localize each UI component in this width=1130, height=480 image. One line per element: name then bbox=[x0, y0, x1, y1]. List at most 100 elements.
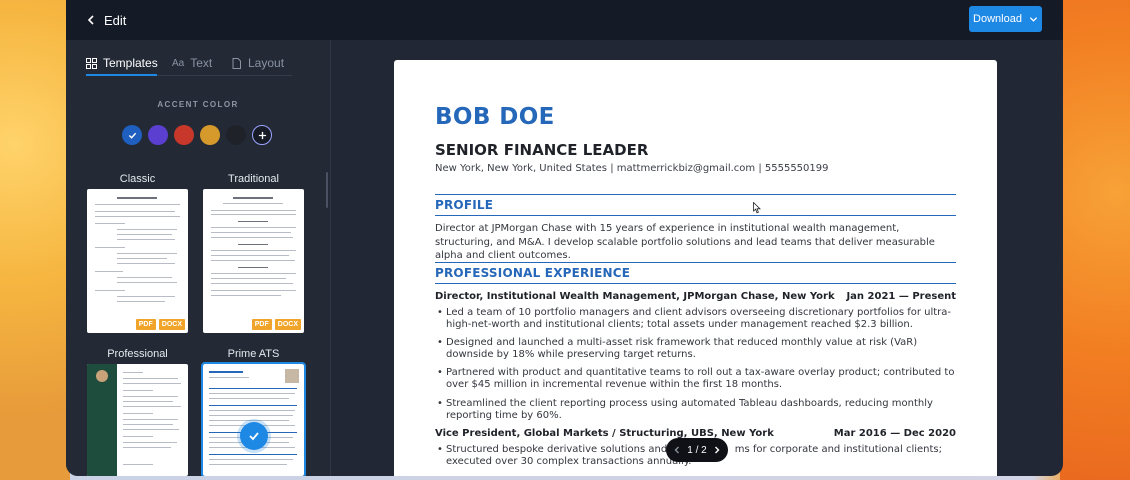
chevron-right-icon bbox=[715, 446, 720, 454]
job-title: Vice President, Global Markets / Structu… bbox=[435, 428, 774, 439]
thumb-line bbox=[123, 429, 179, 430]
docx-badge: DOCX bbox=[274, 319, 301, 330]
bullet-dot: • bbox=[437, 398, 443, 409]
tabs-active-indicator bbox=[86, 74, 157, 76]
thumb-line bbox=[209, 388, 297, 389]
thumb-line bbox=[209, 377, 249, 378]
custom-color-button[interactable] bbox=[252, 125, 272, 145]
thumb-line bbox=[238, 244, 268, 245]
thumb-line bbox=[123, 390, 153, 391]
previous-page-button[interactable] bbox=[673, 446, 681, 454]
accent-swatch-blue[interactable] bbox=[122, 125, 142, 145]
thumb-line bbox=[123, 419, 178, 420]
thumb-line bbox=[211, 290, 296, 291]
thumb-line bbox=[238, 267, 268, 268]
thumb-line bbox=[117, 229, 177, 230]
thumb-line bbox=[233, 197, 273, 199]
thumb-line bbox=[117, 239, 175, 240]
thumb-line bbox=[211, 260, 295, 261]
thumb-line bbox=[211, 250, 296, 251]
thumb-line bbox=[238, 221, 268, 222]
docx-badge: DOCX bbox=[158, 319, 185, 330]
sidebar-tabs: Templates Aa Text Layout bbox=[86, 50, 294, 76]
accent-color-swatches bbox=[122, 125, 272, 145]
resume-editor-window: Edit Download Templates Aa Text Layout A… bbox=[66, 0, 1063, 476]
template-prime-ats-card[interactable] bbox=[201, 362, 306, 476]
check-icon bbox=[128, 132, 136, 139]
section-rule bbox=[435, 262, 956, 263]
thumb-line bbox=[211, 210, 296, 211]
thumb-line bbox=[211, 255, 289, 256]
accent-swatch-red[interactable] bbox=[174, 125, 194, 145]
pdf-badge: PDF bbox=[135, 319, 156, 330]
thumb-line bbox=[209, 459, 293, 460]
desktop-wallpaper-left bbox=[0, 0, 70, 480]
plus-icon bbox=[258, 131, 266, 139]
bullet-dot: • bbox=[437, 367, 443, 378]
thumb-line bbox=[123, 447, 171, 448]
tab-templates[interactable]: Templates bbox=[86, 50, 172, 76]
thumb-line bbox=[209, 464, 287, 465]
thumb-line bbox=[211, 214, 296, 215]
thumb-line bbox=[95, 223, 125, 224]
top-bar: Edit Download bbox=[66, 0, 1063, 40]
bullet-text: Streamlined the client reporting process… bbox=[446, 398, 933, 421]
tab-text[interactable]: Aa Text bbox=[172, 50, 231, 76]
thumb-line bbox=[123, 442, 177, 443]
thumb-line bbox=[117, 258, 167, 259]
job-dates: Mar 2016 — Dec 2020 bbox=[833, 428, 956, 439]
thumb-line bbox=[211, 227, 296, 228]
page-navigator: 1 / 2 bbox=[666, 438, 728, 462]
sidebar-divider bbox=[330, 40, 331, 476]
bullet-text-part: executed over 30 complex transactions an… bbox=[446, 455, 692, 467]
thumb-line bbox=[123, 383, 181, 384]
chevron-down-icon bbox=[1029, 16, 1038, 22]
sidebar-scrollbar[interactable] bbox=[326, 172, 328, 208]
job-title: Director, Institutional Wealth Managemen… bbox=[435, 291, 835, 302]
thumb-line bbox=[209, 398, 289, 399]
thumb-line bbox=[123, 424, 173, 425]
thumb-line bbox=[123, 401, 173, 402]
template-classic-card[interactable]: PDF DOCX bbox=[87, 189, 188, 333]
section-rule bbox=[435, 283, 956, 284]
thumb-line bbox=[117, 296, 175, 297]
check-icon bbox=[249, 432, 259, 441]
thumb-line bbox=[123, 406, 181, 407]
template-classic-label: Classic bbox=[119, 173, 156, 185]
accent-swatch-purple[interactable] bbox=[148, 125, 168, 145]
resume-name: BOB DOE bbox=[435, 104, 555, 130]
edit-back-button[interactable]: Edit bbox=[86, 13, 126, 28]
accent-swatch-gold[interactable] bbox=[200, 125, 220, 145]
font-icon: Aa bbox=[172, 57, 185, 69]
thumb-avatar bbox=[96, 370, 108, 382]
thumb-line bbox=[209, 371, 243, 373]
profile-text: Director at JPMorgan Chase with 15 years… bbox=[435, 223, 935, 261]
resume-title: SENIOR FINANCE LEADER bbox=[435, 141, 649, 159]
thumb-line bbox=[117, 253, 177, 254]
section-rule bbox=[435, 215, 956, 216]
thumb-line bbox=[95, 290, 125, 291]
thumb-line bbox=[123, 378, 178, 379]
desktop-wallpaper-right bbox=[1060, 0, 1130, 480]
thumb-line bbox=[211, 278, 286, 279]
download-button[interactable]: Download bbox=[969, 6, 1042, 32]
thumb-line bbox=[123, 436, 153, 437]
thumb-photo bbox=[285, 369, 299, 383]
template-professional-card[interactable] bbox=[87, 364, 188, 476]
template-traditional-card[interactable]: PDF DOCX bbox=[203, 189, 304, 333]
thumb-line bbox=[117, 234, 172, 235]
thumb-line bbox=[95, 204, 180, 205]
bullet-text: Partnered with product and quantitative … bbox=[446, 367, 955, 390]
accent-swatch-black[interactable] bbox=[226, 125, 246, 145]
thumb-line bbox=[123, 396, 178, 397]
thumb-line bbox=[211, 295, 281, 296]
template-prime-ats-label: Prime ATS bbox=[227, 348, 280, 360]
next-page-button[interactable] bbox=[713, 446, 721, 454]
thumb-line bbox=[117, 277, 172, 278]
thumb-line bbox=[211, 237, 293, 238]
resume-preview: BOB DOE SENIOR FINANCE LEADER New York, … bbox=[394, 60, 997, 476]
selected-template-check bbox=[240, 422, 268, 450]
accent-color-label: ACCENT COLOR bbox=[157, 100, 239, 109]
tab-layout[interactable]: Layout bbox=[231, 50, 294, 76]
template-traditional-label: Traditional bbox=[228, 173, 279, 185]
